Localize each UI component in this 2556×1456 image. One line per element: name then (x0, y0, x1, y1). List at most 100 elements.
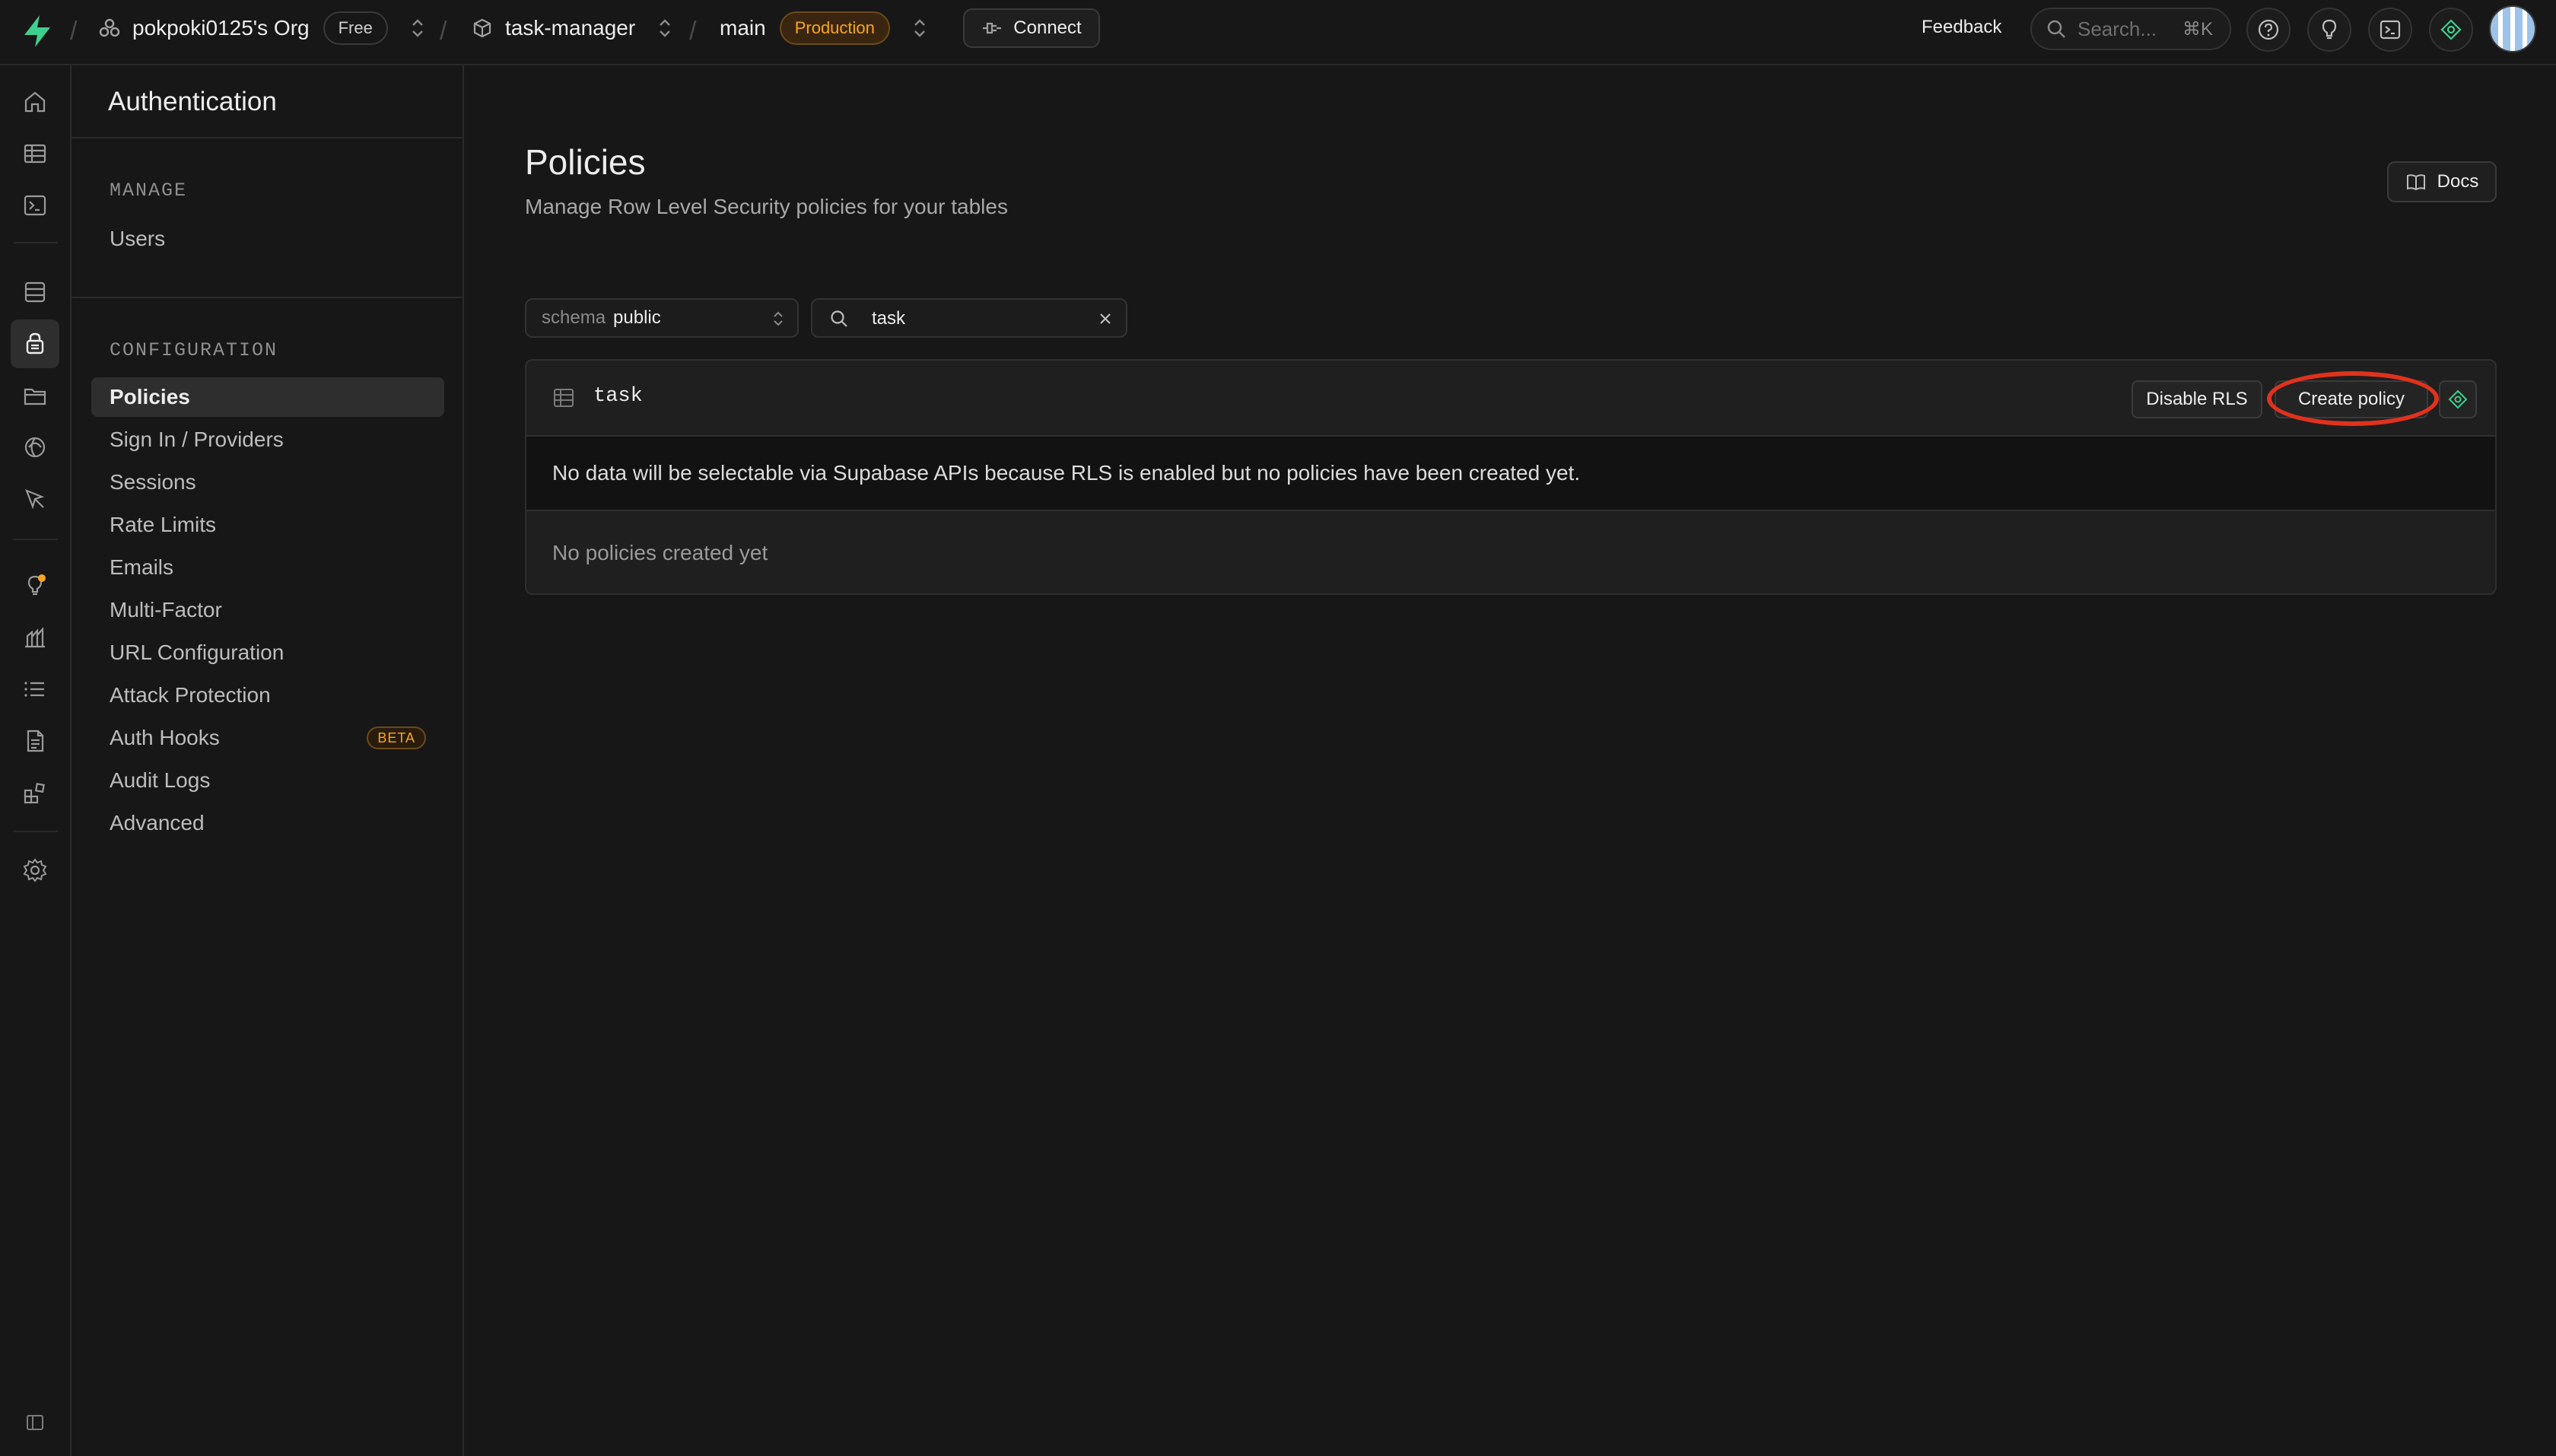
sidebar-item-sign-in-providers[interactable]: Sign In / Providers (91, 420, 444, 459)
sidebar-item-label: Attack Protection (110, 683, 271, 707)
main-content: Policies Manage Row Level Security polic… (464, 65, 2556, 1456)
sidebar-item-url-configuration[interactable]: URL Configuration (91, 633, 444, 672)
rail-settings[interactable] (11, 846, 59, 895)
org-icon (99, 18, 120, 37)
sidebar-item-auth-hooks[interactable]: Auth Hooks BETA (91, 718, 444, 758)
list-icon (24, 682, 44, 697)
sidebar-item-audit-logs[interactable]: Audit Logs (91, 761, 444, 800)
sidebar-item-policies[interactable]: Policies (91, 377, 444, 417)
home-icon (24, 91, 46, 113)
rail-storage[interactable] (11, 371, 59, 420)
chevron-updown-icon[interactable] (656, 17, 673, 40)
search-shortcut: ⌘K (2182, 18, 2213, 40)
filter-input[interactable] (872, 306, 1085, 332)
table-filter (811, 298, 1127, 338)
divider (72, 137, 463, 138)
rail-edge-functions[interactable] (11, 475, 59, 523)
close-icon[interactable] (1095, 309, 1115, 329)
schema-select[interactable]: schema public (525, 298, 799, 338)
assistant-icon (2440, 19, 2462, 40)
beta-badge: BETA (367, 726, 426, 749)
sidebar-toggle-icon (27, 1415, 43, 1430)
rail-advisors[interactable] (11, 561, 59, 610)
chevron-updown-icon[interactable] (911, 17, 928, 40)
feedback-button[interactable]: Feedback (1922, 17, 2001, 38)
sidebar-item-attack-protection[interactable]: Attack Protection (91, 676, 444, 715)
project-name: task-manager (505, 16, 636, 40)
plan-badge: Free (323, 11, 388, 45)
environment-badge: Production (779, 11, 890, 45)
table-icon (24, 144, 46, 164)
disable-rls-button[interactable]: Disable RLS (2132, 380, 2262, 418)
rail-divider (14, 539, 58, 540)
avatar[interactable] (2489, 5, 2536, 52)
table-name: task (593, 385, 643, 408)
rail-api-docs[interactable] (11, 717, 59, 765)
search-icon (2047, 20, 2065, 38)
empty-policies-message: No policies created yet (552, 541, 768, 564)
project-switcher[interactable]: task-manager (472, 0, 673, 56)
help-icon (2258, 19, 2279, 40)
org-switcher[interactable]: pokpoki0125's Org Free (99, 0, 426, 56)
box-icon (473, 18, 491, 38)
sidebar-item-label: URL Configuration (110, 641, 285, 664)
ai-assistant-button[interactable] (2439, 380, 2477, 418)
branch-switcher[interactable]: main Production (720, 0, 928, 56)
rail-sql-editor[interactable] (11, 181, 59, 230)
branch-name: main (720, 16, 766, 40)
rail-authentication[interactable] (11, 319, 59, 368)
rail-table-editor[interactable] (11, 129, 59, 178)
sidebar-item-users[interactable]: Users (91, 219, 444, 259)
table-header-row: task Disable RLS Create policy (526, 361, 2495, 437)
docs-label: Docs (2437, 171, 2479, 192)
rail-realtime[interactable] (11, 423, 59, 472)
integrations-icon (24, 783, 45, 804)
sidebar-item-label: Audit Logs (110, 768, 211, 792)
page-title: Policies (525, 142, 646, 182)
assistant-button[interactable] (2429, 8, 2473, 52)
rail-database[interactable] (11, 268, 59, 316)
org-name: pokpoki0125's Org (132, 16, 310, 40)
document-icon (27, 730, 44, 752)
rail-home[interactable] (11, 78, 59, 126)
supabase-logo-icon[interactable] (21, 14, 53, 49)
breadcrumb-separator: / (70, 17, 78, 46)
sidebar-item-label: Policies (110, 385, 190, 409)
rail-integrations[interactable] (11, 768, 59, 817)
sidebar-item-rate-limits[interactable]: Rate Limits (91, 505, 444, 545)
sidebar-item-label: Sign In / Providers (110, 428, 284, 451)
lightbulb-icon (2322, 19, 2337, 40)
terminal-button[interactable] (2368, 8, 2412, 52)
book-icon (2406, 174, 2425, 191)
rail-logs[interactable] (11, 665, 59, 714)
sidebar-title: Authentication (108, 87, 277, 116)
collapse-sidebar-button[interactable] (11, 1398, 59, 1447)
docs-button[interactable]: Docs (2387, 161, 2497, 202)
table-icon (554, 389, 574, 407)
sidebar-item-emails[interactable]: Emails (91, 548, 444, 587)
auth-sidebar: Authentication MANAGE Users CONFIGURATIO… (72, 65, 464, 1456)
help-button[interactable] (2246, 8, 2291, 52)
sidebar-item-label: Multi-Factor (110, 598, 222, 622)
sidebar-item-multi-factor[interactable]: Multi-Factor (91, 590, 444, 630)
plug-icon (983, 22, 1002, 34)
assistant-icon (2448, 389, 2468, 409)
sidebar-item-label: Advanced (110, 811, 205, 834)
sidebar-item-sessions[interactable]: Sessions (91, 463, 444, 502)
rail-reports[interactable] (11, 613, 59, 662)
folder-icon (24, 388, 46, 405)
realtime-icon (24, 437, 46, 458)
terminal-icon (2380, 20, 2401, 40)
create-policy-button[interactable]: Create policy (2275, 380, 2428, 418)
connect-button[interactable]: Connect (963, 8, 1100, 48)
search-input[interactable]: Search... ⌘K (2030, 8, 2231, 50)
rail-divider (14, 831, 58, 832)
chevron-updown-icon[interactable] (409, 17, 426, 40)
sidebar-item-advanced[interactable]: Advanced (91, 803, 444, 843)
terminal-icon (24, 195, 46, 216)
lightbulb-icon (27, 574, 46, 596)
search-icon (831, 310, 847, 327)
rls-warning: No data will be selectable via Supabase … (526, 437, 2495, 511)
page-subtitle: Manage Row Level Security policies for y… (525, 195, 1008, 218)
whats-new-button[interactable] (2307, 8, 2351, 52)
